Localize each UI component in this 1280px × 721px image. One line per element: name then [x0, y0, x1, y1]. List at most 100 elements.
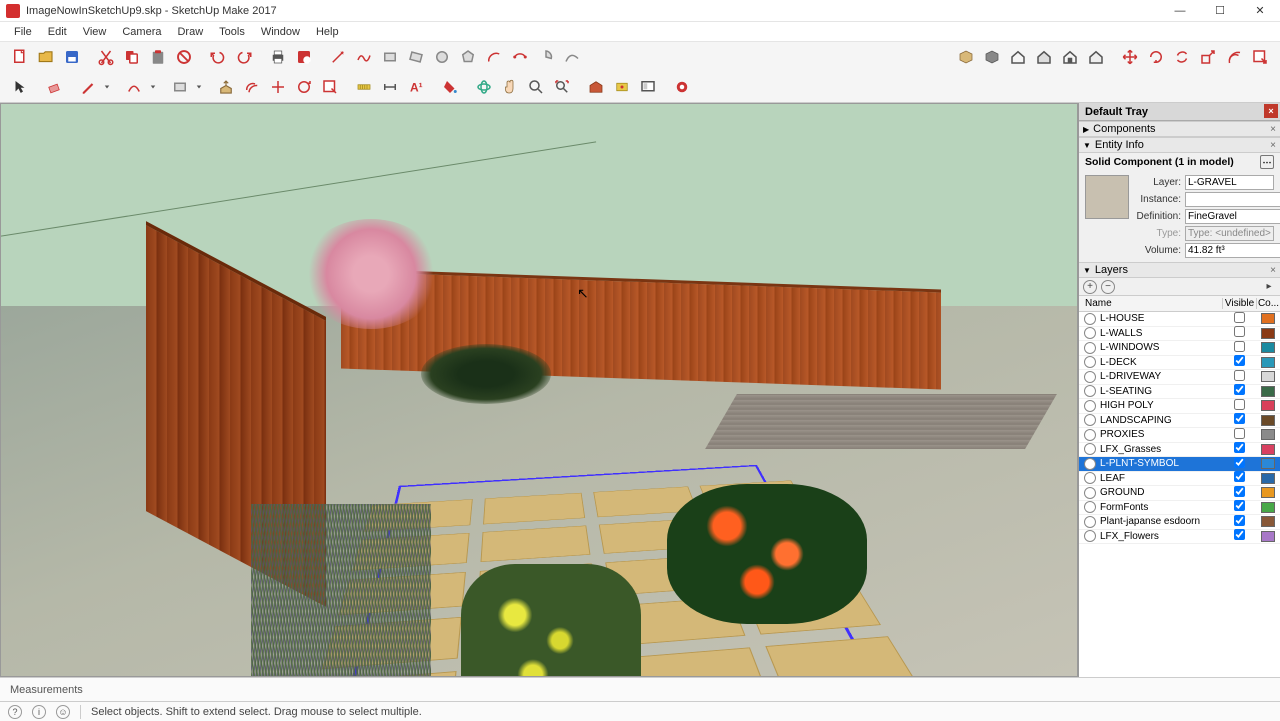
layer-color-swatch[interactable]	[1261, 313, 1275, 324]
layer-visible-checkbox[interactable]	[1222, 370, 1256, 384]
layer-radio[interactable]	[1084, 414, 1096, 426]
rotate-tool-icon[interactable]	[292, 75, 316, 99]
layer-row[interactable]: L-WALLS	[1079, 327, 1280, 342]
rotate-gizmo-icon[interactable]	[1144, 45, 1168, 69]
layer-color-swatch[interactable]	[1261, 415, 1275, 426]
layer-radio[interactable]	[1084, 530, 1096, 542]
layer-color-swatch[interactable]	[1261, 516, 1275, 527]
layer-row[interactable]: L-DRIVEWAY	[1079, 370, 1280, 385]
layer-row[interactable]: L-WINDOWS	[1079, 341, 1280, 356]
polygon-tool-icon[interactable]	[456, 45, 480, 69]
extension-icon[interactable]	[610, 75, 634, 99]
layer-radio[interactable]	[1084, 342, 1096, 354]
layer-radio[interactable]	[1084, 516, 1096, 528]
layer-row[interactable]: L-HOUSE	[1079, 312, 1280, 327]
dimension-tool-icon[interactable]	[378, 75, 402, 99]
scale-tool-icon[interactable]	[318, 75, 342, 99]
layer-radio[interactable]	[1084, 385, 1096, 397]
layer-color-swatch[interactable]	[1261, 502, 1275, 513]
layer-row[interactable]: HIGH POLY	[1079, 399, 1280, 414]
layer-color-swatch[interactable]	[1261, 400, 1275, 411]
house-icon[interactable]	[1006, 45, 1030, 69]
select-tool-icon[interactable]	[8, 75, 32, 99]
info-icon[interactable]: i	[32, 705, 46, 719]
layer-color-swatch[interactable]	[1261, 328, 1275, 339]
add-layer-icon[interactable]: +	[1083, 280, 1097, 294]
freehand-icon[interactable]	[352, 45, 376, 69]
menu-view[interactable]: View	[77, 24, 113, 40]
layer-row[interactable]: GROUND	[1079, 486, 1280, 501]
paint-bucket-icon[interactable]	[438, 75, 462, 99]
layer-color-swatch[interactable]	[1261, 458, 1275, 469]
layer-visible-checkbox[interactable]	[1222, 457, 1256, 471]
menu-draw[interactable]: Draw	[171, 24, 209, 40]
layer-row[interactable]: L-PLNT-SYMBOL	[1079, 457, 1280, 472]
instance-field[interactable]	[1185, 192, 1280, 207]
layer-radio[interactable]	[1084, 313, 1096, 325]
solid-component-icon[interactable]	[980, 45, 1004, 69]
orbit-tool-icon[interactable]	[472, 75, 496, 99]
new-file-icon[interactable]	[8, 45, 32, 69]
dropdown-arrow-icon[interactable]	[102, 75, 112, 99]
copy-icon[interactable]	[120, 45, 144, 69]
tape-tool-icon[interactable]	[352, 75, 376, 99]
layer-color-swatch[interactable]	[1261, 487, 1275, 498]
pushpull-tool-icon[interactable]	[214, 75, 238, 99]
line-tool-icon[interactable]	[326, 45, 350, 69]
rotated-rect-icon[interactable]	[404, 45, 428, 69]
layer-color-swatch[interactable]	[1261, 371, 1275, 382]
entity-thumbnail[interactable]	[1085, 175, 1129, 219]
layer-color-swatch[interactable]	[1261, 357, 1275, 368]
layer-visible-checkbox[interactable]	[1222, 515, 1256, 529]
layer-radio[interactable]	[1084, 356, 1096, 368]
text-tool-icon[interactable]: A¹	[404, 75, 428, 99]
pan-tool-icon[interactable]	[498, 75, 522, 99]
layer-visible-checkbox[interactable]	[1222, 413, 1256, 427]
layer-dropdown[interactable]: L-GRAVEL	[1185, 175, 1274, 190]
3d-viewport[interactable]: ↖	[0, 103, 1078, 677]
print-icon[interactable]	[266, 45, 290, 69]
save-icon[interactable]	[60, 45, 84, 69]
scale-icon[interactable]	[1196, 45, 1220, 69]
arc-tool2-icon[interactable]	[122, 75, 146, 99]
details-icon[interactable]: ⋯	[1260, 155, 1274, 169]
column-color[interactable]: Co...	[1256, 298, 1280, 309]
plugin-icon[interactable]	[670, 75, 694, 99]
model-info-icon[interactable]	[292, 45, 316, 69]
menu-help[interactable]: Help	[310, 24, 345, 40]
arc-tool-icon[interactable]	[482, 45, 506, 69]
eraser-tool-icon[interactable]	[42, 75, 66, 99]
sync-icon[interactable]	[1170, 45, 1194, 69]
remove-layer-icon[interactable]: −	[1101, 280, 1115, 294]
menu-edit[interactable]: Edit	[42, 24, 73, 40]
redo-icon[interactable]	[232, 45, 256, 69]
layer-row[interactable]: FormFonts	[1079, 501, 1280, 516]
layer-row[interactable]: LANDSCAPING	[1079, 414, 1280, 429]
delete-icon[interactable]	[172, 45, 196, 69]
layer-visible-checkbox[interactable]	[1222, 399, 1256, 413]
user-icon[interactable]: ☺	[56, 705, 70, 719]
layer-row[interactable]: L-DECK	[1079, 356, 1280, 371]
layer-radio[interactable]	[1084, 501, 1096, 513]
zoom-extents-icon[interactable]	[550, 75, 574, 99]
layer-row[interactable]: LFX_Grasses	[1079, 443, 1280, 458]
zoom-tool-icon[interactable]	[524, 75, 548, 99]
layer-radio[interactable]	[1084, 429, 1096, 441]
layer-row[interactable]: Plant-japanse esdoorn	[1079, 515, 1280, 530]
layer-radio[interactable]	[1084, 443, 1096, 455]
dropdown-arrow-icon[interactable]	[194, 75, 204, 99]
layer-row[interactable]: LFX_Flowers	[1079, 530, 1280, 545]
layer-row[interactable]: LEAF	[1079, 472, 1280, 487]
component-icon[interactable]	[954, 45, 978, 69]
warehouse-icon[interactable]	[584, 75, 608, 99]
layer-visible-checkbox[interactable]	[1222, 442, 1256, 456]
move-gizmo-icon[interactable]	[1118, 45, 1142, 69]
layer-visible-checkbox[interactable]	[1222, 355, 1256, 369]
circle-tool-icon[interactable]	[430, 45, 454, 69]
close-button[interactable]: ✕	[1240, 0, 1280, 22]
layer-visible-checkbox[interactable]	[1222, 341, 1256, 355]
layer-radio[interactable]	[1084, 487, 1096, 499]
components-section-header[interactable]: ▶ Components ×	[1079, 121, 1280, 137]
house3-icon[interactable]	[1058, 45, 1082, 69]
layer-color-swatch[interactable]	[1261, 386, 1275, 397]
